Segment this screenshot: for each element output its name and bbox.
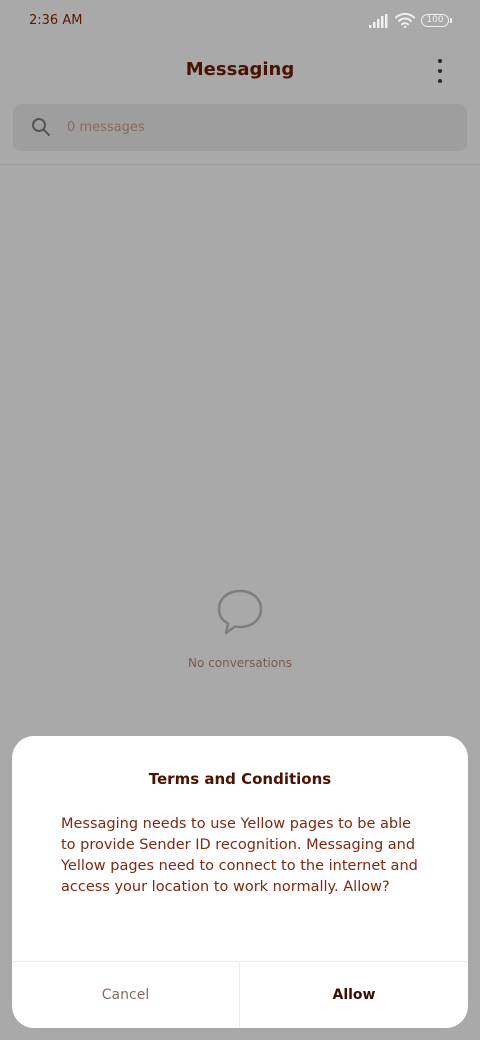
page-title: Messaging bbox=[185, 59, 295, 80]
cancel-button[interactable]: Cancel bbox=[12, 962, 240, 1028]
search-input[interactable] bbox=[67, 114, 447, 141]
status-time: 2:36 AM bbox=[29, 13, 83, 28]
battery-level: 100 bbox=[426, 15, 444, 25]
dialog-actions: Cancel Allow bbox=[12, 961, 468, 1028]
battery-tip bbox=[450, 18, 452, 23]
signal-icon bbox=[369, 14, 388, 28]
header-divider bbox=[0, 164, 480, 165]
search-icon bbox=[32, 118, 50, 136]
more-options-button[interactable] bbox=[426, 56, 454, 86]
chat-bubble-icon bbox=[217, 589, 263, 635]
wifi-icon bbox=[395, 12, 415, 28]
battery-icon: 100 bbox=[421, 14, 449, 27]
status-bar: 2:36 AM 100 bbox=[0, 0, 480, 44]
app-header: Messaging bbox=[0, 44, 480, 100]
allow-button[interactable]: Allow bbox=[240, 962, 468, 1028]
empty-state-text: No conversations bbox=[188, 656, 292, 670]
search-bar[interactable] bbox=[13, 104, 467, 151]
dialog-message: Messaging needs to use Yellow pages to b… bbox=[61, 816, 418, 895]
terms-dialog: Terms and Conditions Messaging needs to … bbox=[12, 736, 468, 1028]
dialog-title: Terms and Conditions bbox=[148, 770, 332, 788]
more-vert-icon bbox=[438, 59, 442, 63]
empty-state: No conversations bbox=[0, 588, 480, 678]
